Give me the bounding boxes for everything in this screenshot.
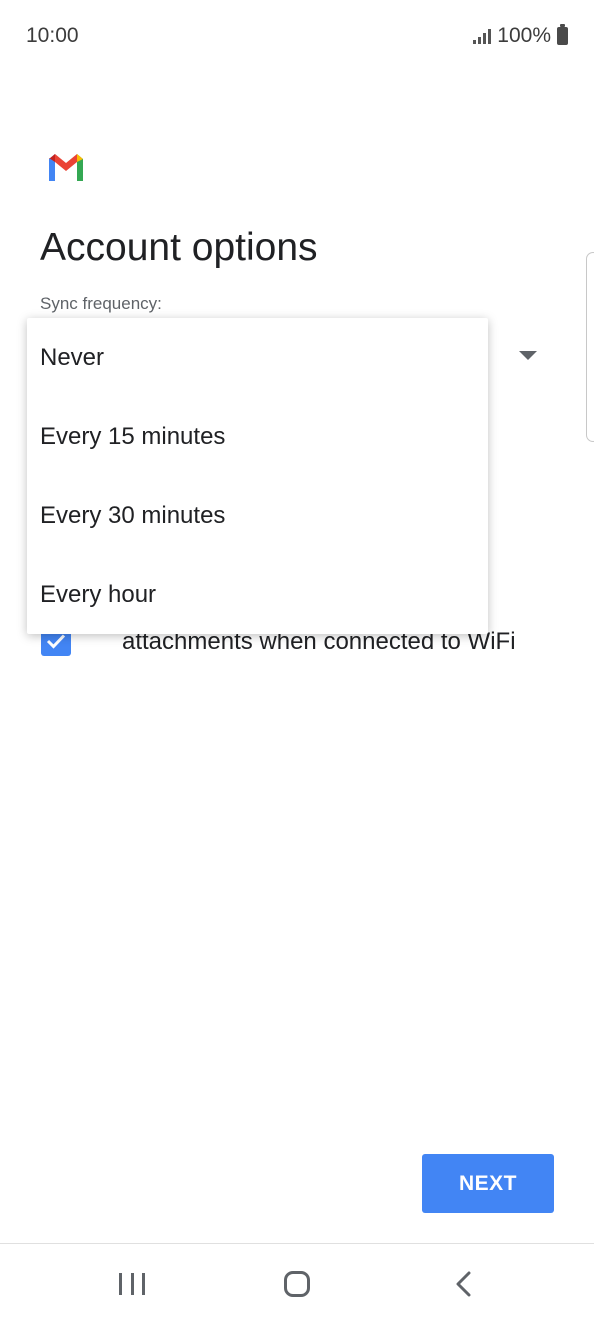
sync-frequency-dropdown: Never Every 15 minutes Every 30 minutes … — [27, 318, 488, 634]
sync-frequency-label: Sync frequency: — [40, 294, 162, 313]
status-indicators: 100% — [473, 24, 568, 48]
option-every-hour[interactable]: Every hour — [27, 555, 488, 634]
option-never[interactable]: Never — [27, 318, 488, 397]
status-bar: 10:00 100% — [0, 0, 594, 70]
scroll-indicator — [586, 252, 594, 442]
recents-icon[interactable] — [119, 1273, 145, 1295]
option-every-15-minutes[interactable]: Every 15 minutes — [27, 397, 488, 476]
checkmark-icon — [46, 634, 66, 649]
status-time: 10:00 — [26, 24, 79, 47]
home-icon[interactable] — [284, 1271, 310, 1297]
navigation-bar — [0, 1243, 594, 1322]
battery-percent: 100% — [497, 24, 551, 47]
gmail-logo — [49, 154, 83, 181]
dropdown-arrow-icon[interactable] — [519, 351, 537, 360]
back-icon[interactable] — [454, 1271, 472, 1297]
battery-icon — [557, 24, 568, 45]
option-every-30-minutes[interactable]: Every 30 minutes — [27, 476, 488, 555]
signal-icon — [473, 28, 492, 44]
next-button[interactable]: NEXT — [422, 1154, 554, 1213]
page-title: Account options — [40, 226, 318, 269]
